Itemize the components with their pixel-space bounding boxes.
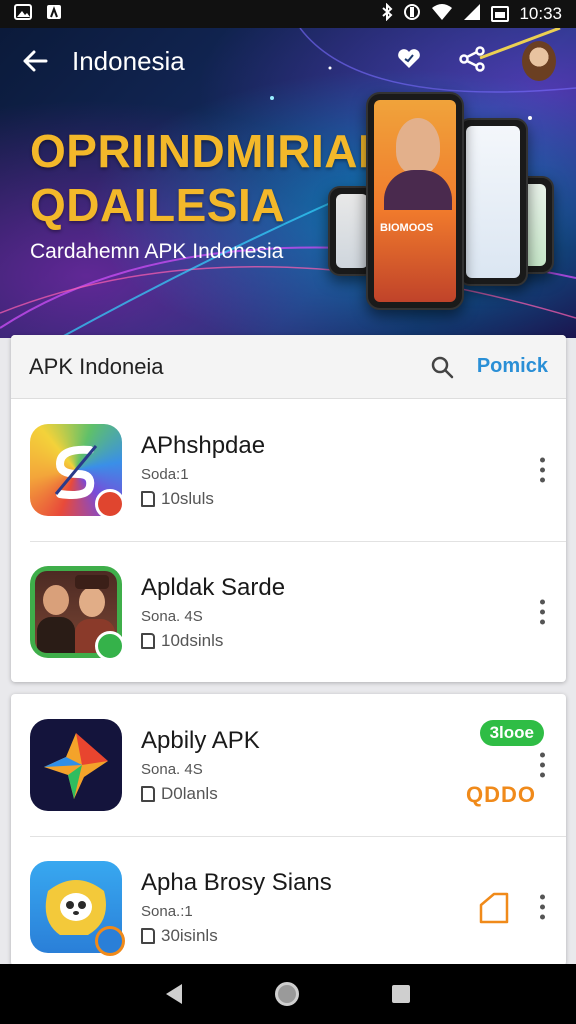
app-icon bbox=[30, 424, 125, 519]
phone-image-main: BIOMOOS bbox=[366, 92, 464, 310]
more-options-icon[interactable] bbox=[538, 457, 546, 483]
card-header: APK Indoneia Pomick bbox=[11, 335, 566, 399]
app-badge-icon bbox=[95, 631, 125, 661]
app-size: D0lanls bbox=[161, 783, 218, 803]
hero-subtitle: Cardahemn APK Indonesia bbox=[30, 240, 284, 263]
app-size: 10sluls bbox=[161, 488, 214, 508]
phone-image bbox=[458, 118, 528, 286]
clock: 10:33 bbox=[519, 4, 562, 23]
list-item[interactable]: APhshpdae Soda:1 10sluls bbox=[11, 399, 566, 541]
hero-phones-illustration: BIOMOOS bbox=[328, 86, 560, 336]
apk-list-card: APK Indoneia Pomick APhshpdae Soda:1 10s… bbox=[11, 335, 566, 682]
app-version: Sona.:1 bbox=[141, 902, 193, 920]
gallery-icon bbox=[14, 3, 32, 25]
app-version: Soda:1 bbox=[141, 465, 189, 483]
search-icon[interactable] bbox=[429, 354, 455, 380]
app-version: Sona. 4S bbox=[141, 607, 203, 625]
signal-icon bbox=[463, 3, 481, 26]
battery-icon bbox=[491, 6, 510, 22]
back-arrow-icon[interactable] bbox=[20, 46, 50, 76]
list-item[interactable]: Apbily APK Sona. 4S D0lanls 3looe QDDO bbox=[11, 694, 566, 836]
share-icon[interactable] bbox=[458, 45, 486, 77]
list-item[interactable]: Apldak Sarde Sona. 4S 10dsinls bbox=[11, 541, 566, 682]
tag-icon[interactable] bbox=[478, 891, 510, 930]
avatar[interactable] bbox=[522, 41, 556, 81]
app-size-row: 30isinls bbox=[141, 926, 332, 946]
heart-icon[interactable] bbox=[396, 46, 422, 77]
app-icon bbox=[30, 861, 125, 956]
app-icon bbox=[46, 4, 62, 25]
app-name: Apldak Sarde bbox=[141, 573, 286, 601]
more-options-icon[interactable] bbox=[538, 894, 546, 920]
app-version: Sona. 4S bbox=[141, 760, 203, 778]
file-icon bbox=[141, 490, 155, 507]
list-item[interactable]: Apha Brosy Sians Sona.:1 30isinls bbox=[11, 836, 566, 966]
nav-back-icon[interactable] bbox=[166, 984, 183, 1004]
card-title: APK Indoneia bbox=[29, 353, 164, 379]
more-options-icon[interactable] bbox=[538, 752, 546, 778]
bluetooth-icon bbox=[381, 2, 393, 26]
status-badge[interactable]: 3looe bbox=[479, 720, 544, 746]
apk-list-card-2: Apbily APK Sona. 4S D0lanls 3looe QDDO A… bbox=[11, 694, 566, 966]
app-name: Apbily APK bbox=[141, 726, 260, 754]
file-icon bbox=[141, 927, 155, 944]
more-options-icon[interactable] bbox=[538, 599, 546, 625]
app-size-row: 10sluls bbox=[141, 489, 265, 509]
wifi-icon bbox=[431, 3, 453, 26]
nav-home-icon[interactable] bbox=[274, 982, 299, 1006]
app-size: 10dsinls bbox=[161, 630, 224, 650]
file-icon bbox=[141, 785, 155, 802]
app-name: APhshpdae bbox=[141, 431, 266, 459]
app-icon bbox=[30, 719, 122, 811]
nav-recents-icon[interactable] bbox=[391, 985, 410, 1003]
file-icon bbox=[141, 632, 155, 649]
app-size-row: 10dsinls bbox=[141, 631, 285, 651]
app-size: 30isinls bbox=[161, 925, 218, 945]
page-title: Indonesia bbox=[72, 45, 185, 76]
phone-screen-text: BIOMOOS bbox=[380, 222, 434, 234]
tag-label: QDDO bbox=[466, 782, 536, 807]
app-icon bbox=[30, 566, 125, 661]
nfc-icon bbox=[403, 3, 421, 26]
app-size-row: D0lanls bbox=[141, 784, 260, 804]
app-badge-icon bbox=[95, 926, 125, 956]
system-nav-bar bbox=[0, 964, 576, 1024]
pomick-link[interactable]: Pomick bbox=[477, 355, 548, 378]
hero-banner: Indonesia OPRIINDMIRIAR QDAILESIA Cardah… bbox=[0, 28, 576, 338]
status-bar: 10:33 bbox=[0, 0, 576, 28]
app-name: Apha Brosy Sians bbox=[141, 868, 332, 896]
app-badge-icon bbox=[95, 489, 125, 519]
app-bar: Indonesia bbox=[0, 28, 576, 94]
